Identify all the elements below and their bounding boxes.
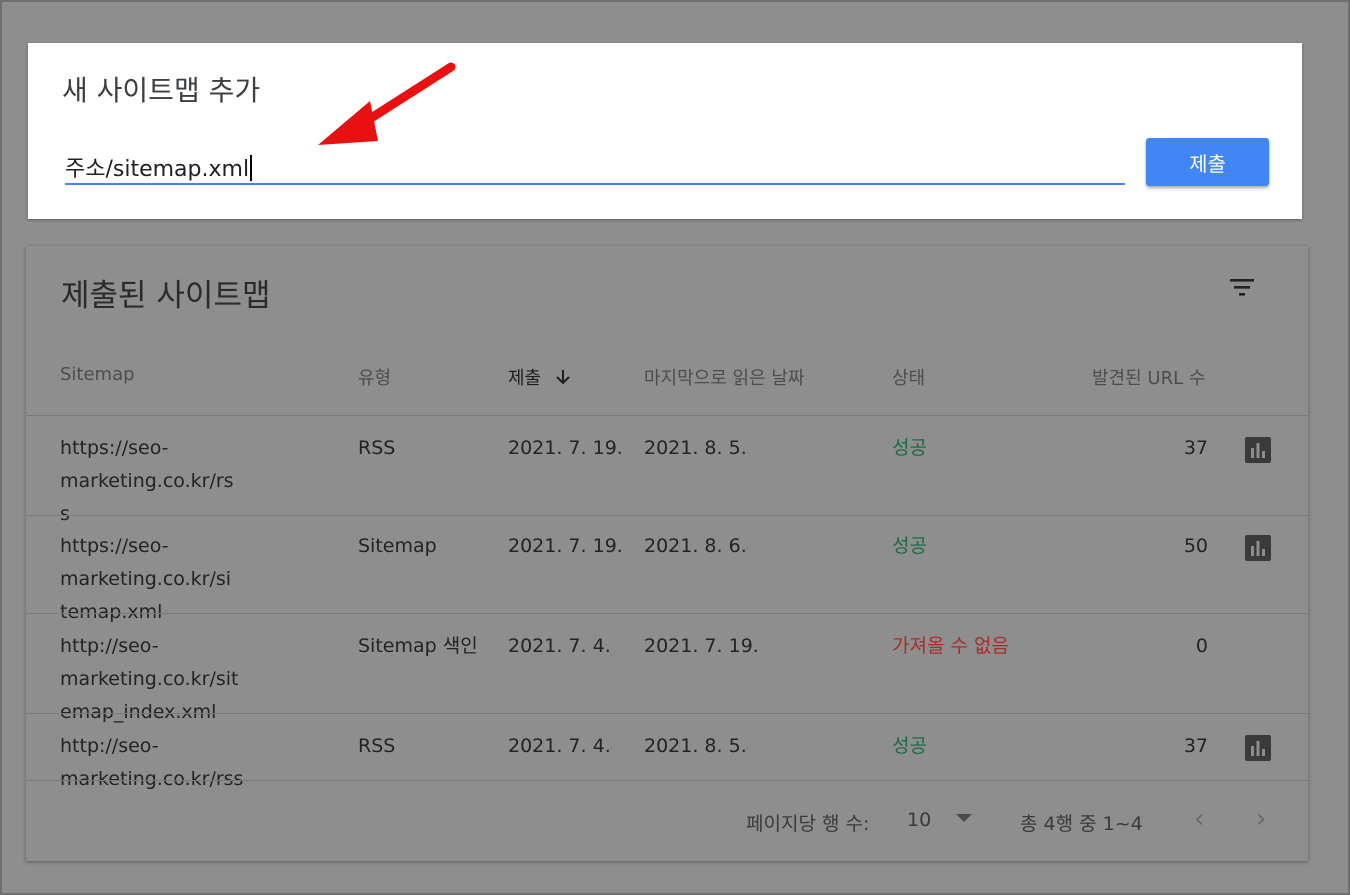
dropdown-caret-icon (956, 814, 973, 822)
column-header-submitted[interactable]: 제출 (508, 364, 571, 390)
rows-per-page-label: 페이지당 행 수: (746, 813, 870, 835)
sitemap-cell: https://seo-marketing.co.kr/rs s (60, 437, 234, 525)
last-read-cell: 2021. 8. 5. (644, 735, 747, 757)
text-caret (250, 155, 253, 181)
status-cell: 성공 (892, 735, 927, 757)
column-header-url-count[interactable]: 발견된 URL 수 (1092, 364, 1205, 390)
rows-per-page-value: 10 (907, 809, 932, 831)
last-read-cell: 2021. 8. 6. (644, 535, 747, 557)
bar-chart-icon[interactable] (1245, 535, 1271, 561)
status-cell: 성공 (892, 535, 927, 557)
add-sitemap-title: 새 사이트맵 추가 (62, 74, 261, 107)
divider (26, 713, 1308, 714)
sitemap-url-input[interactable]: 주소/sitemap.xml (65, 147, 1125, 185)
sort-down-arrow-icon (556, 370, 570, 385)
column-header-status[interactable]: 상태 (892, 364, 925, 390)
divider (26, 613, 1308, 614)
divider (26, 515, 1308, 516)
status-cell: 가져올 수 없음 (892, 635, 1009, 657)
filter-icon[interactable] (1228, 276, 1256, 300)
sitemap-cell: http://seo-marketing.co.kr/sit emap_index… (60, 635, 239, 723)
divider (26, 415, 1308, 416)
last-read-cell: 2021. 8. 5. (644, 437, 747, 459)
sitemap-url-input-value: 주소/sitemap.xml (65, 151, 253, 183)
submitted-cell: 2021. 7. 4. (508, 735, 611, 757)
chevron-left-icon[interactable]: ‹ (1194, 804, 1204, 834)
submitted-cell: 2021. 7. 19. (508, 437, 623, 459)
column-header-sitemap[interactable]: Sitemap (60, 364, 135, 385)
red-arrow-annotation-icon (318, 62, 456, 145)
chevron-right-icon[interactable]: › (1256, 804, 1266, 834)
url-count-cell: 37 (1183, 735, 1208, 757)
submit-button[interactable]: 제출 (1146, 138, 1269, 186)
url-count-cell: 0 (1195, 635, 1208, 657)
bar-chart-icon[interactable] (1245, 735, 1271, 761)
type-cell: RSS (358, 437, 396, 459)
submitted-sitemaps-card: 제출된 사이트맵 Sitemap 유형 제출 마지막으로 읽은 날짜 상태 발견… (26, 246, 1308, 861)
url-count-cell: 37 (1183, 437, 1208, 459)
type-cell: Sitemap (358, 535, 437, 557)
submitted-sitemaps-title: 제출된 사이트맵 (61, 278, 271, 314)
type-cell: RSS (358, 735, 396, 757)
divider (26, 780, 1308, 781)
pagination-range: 총 4행 중 1~4 (1020, 813, 1143, 835)
submitted-cell: 2021. 7. 19. (508, 535, 623, 557)
last-read-cell: 2021. 7. 19. (644, 635, 759, 657)
column-header-type[interactable]: 유형 (358, 364, 391, 390)
sitemap-cell: http://seo-marketing.co.kr/rss (60, 735, 244, 790)
column-header-last-read[interactable]: 마지막으로 읽은 날짜 (644, 364, 804, 390)
bar-chart-icon[interactable] (1245, 437, 1271, 463)
rows-per-page-select[interactable]: 10 (907, 809, 973, 831)
add-sitemap-card: 새 사이트맵 추가 주소/sitemap.xml 제출 (28, 43, 1302, 219)
status-cell: 성공 (892, 437, 927, 459)
submitted-cell: 2021. 7. 4. (508, 635, 611, 657)
url-count-cell: 50 (1183, 535, 1208, 557)
column-header-submitted-label: 제출 (508, 368, 542, 389)
sitemap-cell: https://seo-marketing.co.kr/si temap.xml (60, 535, 232, 623)
type-cell: Sitemap 색인 (358, 635, 478, 657)
